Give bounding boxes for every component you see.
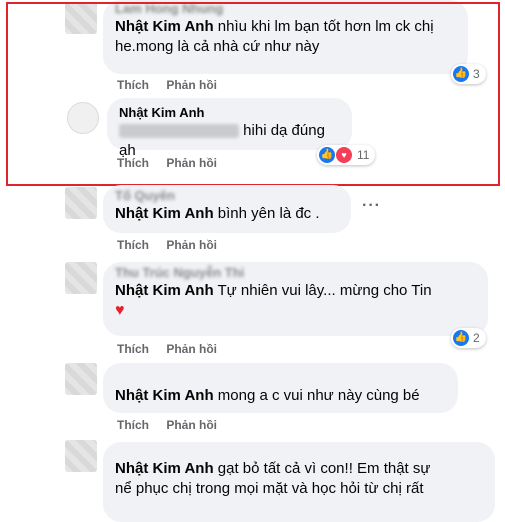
comment-text-body: bình yên là đc . [217, 205, 320, 222]
avatar[interactable] [65, 440, 97, 472]
heart-emoji: ♥ [115, 302, 125, 319]
avatar[interactable] [65, 262, 97, 294]
comment-bubble: Thu Trúc Nguyễn Thi Nhật Kim Anh Tự nhiê… [103, 262, 488, 336]
comment-author[interactable] [115, 370, 446, 374]
mention[interactable]: Nhật Kim Anh [115, 205, 214, 222]
comment-text: Nhật Kim Anh mong a c vui như này cùng b… [115, 386, 446, 406]
like-button[interactable]: Thích [117, 238, 149, 252]
comment-author[interactable]: Thu Trúc Nguyễn Thi [115, 265, 476, 281]
comment-text: Nhật Kim Anh gạt bỏ tất cả vì con!! Em t… [115, 459, 483, 479]
like-reaction-icon: 👍 [453, 330, 469, 346]
comment-text-line1: gạt bỏ tất cả vì con!! Em thật sự [217, 460, 431, 477]
comment-author[interactable] [115, 449, 483, 459]
comment-author[interactable]: Tố Quyên [115, 188, 339, 204]
avatar[interactable] [65, 363, 97, 395]
comment-text: Nhật Kim Anh Tự nhiên vui lây... mừng ch… [115, 281, 476, 301]
mention[interactable]: Nhật Kim Anh [115, 387, 214, 404]
mention[interactable]: Nhật Kim Anh [115, 282, 214, 299]
comment-bubble: Nhật Kim Anh mong a c vui như này cùng b… [103, 363, 458, 413]
reaction-count-value: 2 [473, 331, 480, 345]
more-options-icon[interactable]: ··· [362, 197, 381, 215]
comment-bubble: Nhật Kim Anh gạt bỏ tất cả vì con!! Em t… [103, 442, 495, 522]
comment-actions: Thích Phản hồi [117, 238, 231, 252]
like-button[interactable]: Thích [117, 418, 149, 432]
reply-button[interactable]: Phản hồi [166, 238, 217, 252]
comment-actions: Thích Phản hồi [117, 418, 231, 432]
comment-text: Nhật Kim Anh bình yên là đc . [115, 204, 339, 224]
comment-actions: Thích Phản hồi [117, 342, 231, 356]
like-button[interactable]: Thích [117, 342, 149, 356]
mention[interactable]: Nhật Kim Anh [115, 460, 214, 477]
highlight-box [6, 2, 500, 186]
comment-bubble: Tố Quyên Nhật Kim Anh bình yên là đc . [103, 185, 351, 233]
comment-5: Nhật Kim Anh mong a c vui như này cùng b… [0, 363, 505, 433]
comment-4: Thu Trúc Nguyễn Thi Nhật Kim Anh Tự nhiê… [0, 262, 505, 357]
reaction-count[interactable]: 👍 2 [451, 328, 486, 348]
comment-text-body: mong a c vui như này cùng bé [217, 387, 420, 404]
comment-6: Nhật Kim Anh gạt bỏ tất cả vì con!! Em t… [0, 440, 505, 522]
comment-text-body: Tự nhiên vui lây... mừng cho Tin [217, 282, 432, 299]
reply-button[interactable]: Phản hồi [166, 342, 217, 356]
comment-3: Tố Quyên Nhật Kim Anh bình yên là đc . ·… [0, 185, 505, 257]
reply-button[interactable]: Phản hồi [166, 418, 217, 432]
comment-text-line2: nể phục chị trong mọi mặt và học hỏi từ … [115, 480, 424, 497]
avatar[interactable] [65, 187, 97, 219]
